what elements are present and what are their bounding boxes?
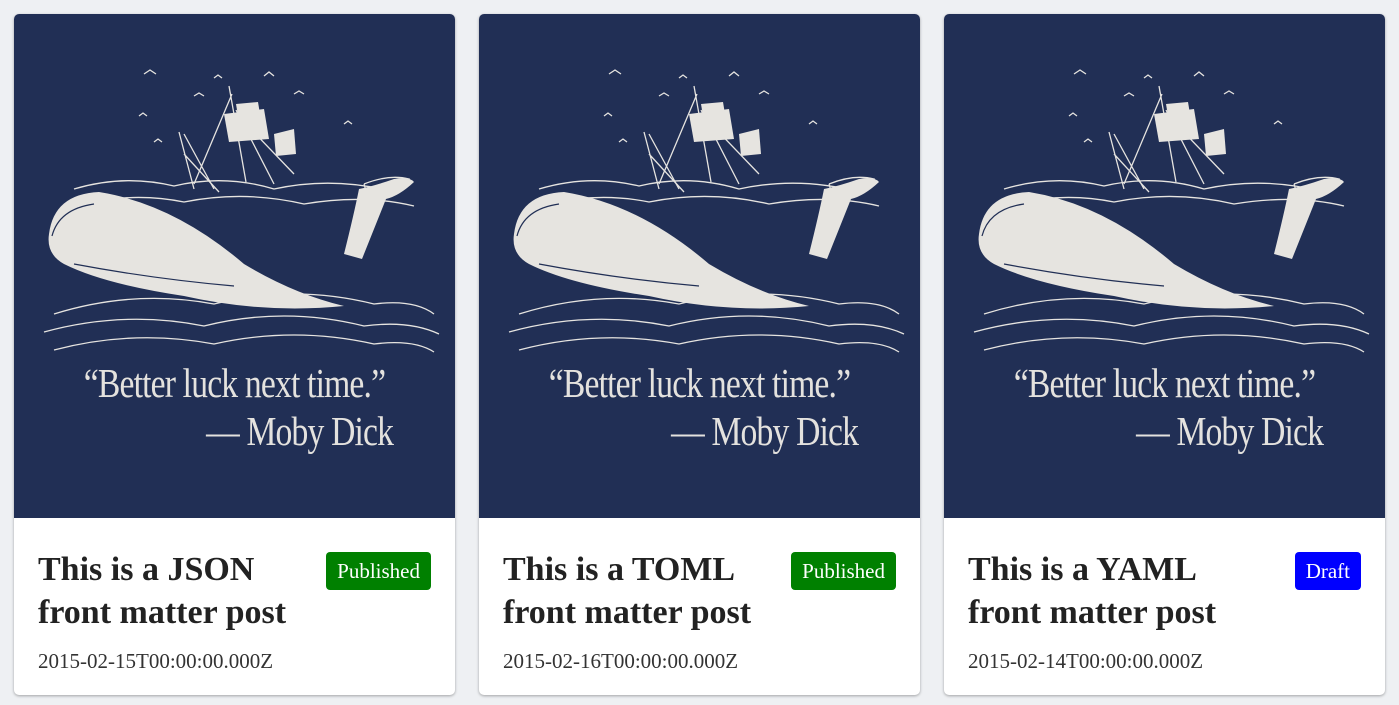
cover-attribution: — Moby Dick: [205, 408, 394, 454]
status-badge: Draft: [1294, 552, 1361, 590]
cover-image: “Better luck next time.” — Moby Dick: [944, 14, 1385, 518]
cover-attribution: — Moby Dick: [1135, 408, 1324, 454]
cover-quote: “Better luck next time.”: [83, 360, 386, 406]
cover-image: “Better luck next time.” — Moby Dick: [479, 14, 920, 518]
cover-quote: “Better luck next time.”: [548, 360, 851, 406]
post-date: 2015-02-15T00:00:00.000Z: [38, 649, 274, 673]
status-badge: Published: [326, 552, 431, 590]
card-body: This is a TOML front matter post Publish…: [479, 518, 920, 695]
cover-image: “Better luck next time.” — Moby Dick: [14, 14, 455, 518]
post-title[interactable]: This is a TOML front matter post: [503, 548, 773, 634]
post-card[interactable]: “Better luck next time.” — Moby Dick Thi…: [479, 14, 920, 695]
post-card[interactable]: “Better luck next time.” — Moby Dick Thi…: [14, 14, 455, 695]
status-badge: Published: [791, 552, 896, 590]
card-body: This is a JSON front matter post Publish…: [14, 518, 455, 695]
post-title[interactable]: This is a JSON front matter post: [38, 548, 308, 634]
post-grid: “Better luck next time.” — Moby Dick Thi…: [0, 0, 1399, 705]
cover-attribution: — Moby Dick: [670, 408, 859, 454]
post-title[interactable]: This is a YAML front matter post: [968, 548, 1238, 634]
card-body: This is a YAML front matter post Draft 2…: [944, 518, 1385, 695]
post-date: 2015-02-14T00:00:00.000Z: [968, 649, 1204, 673]
cover-quote: “Better luck next time.”: [1013, 360, 1316, 406]
post-date: 2015-02-16T00:00:00.000Z: [503, 649, 739, 673]
post-card[interactable]: “Better luck next time.” — Moby Dick Thi…: [944, 14, 1385, 695]
